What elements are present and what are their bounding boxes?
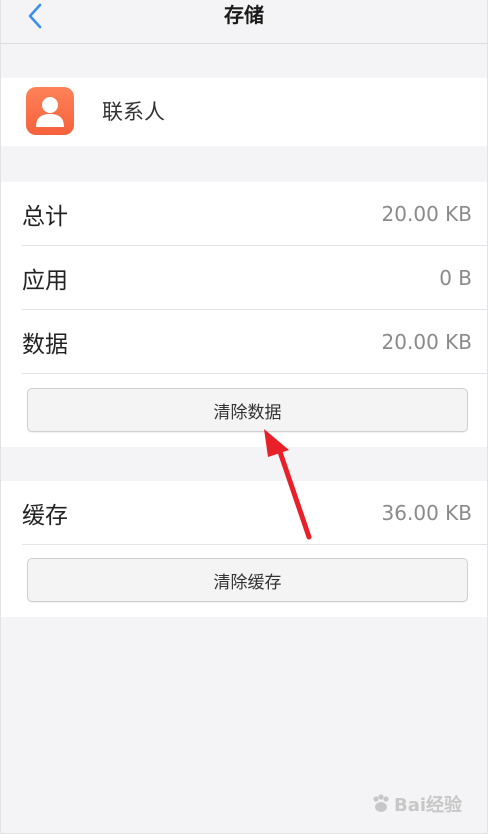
- data-size-row: 数据 20.00 KB: [22, 310, 488, 374]
- navigation-bar: 存储: [0, 0, 488, 44]
- app-size-row: 应用 0 B: [22, 246, 488, 310]
- total-row: 总计 20.00 KB: [22, 182, 488, 246]
- app-size-value: 0 B: [439, 266, 472, 290]
- baidu-paw-icon: [373, 794, 389, 812]
- data-size-label: 数据: [22, 332, 68, 358]
- storage-card: 总计 20.00 KB 应用 0 B 数据 20.00 KB 清除数据: [0, 182, 488, 447]
- data-size-value: 20.00 KB: [381, 330, 472, 354]
- baidu-watermark: Bai经验: [370, 784, 480, 824]
- contacts-person-icon: [26, 87, 74, 135]
- cache-label: 缓存: [22, 503, 68, 529]
- clear-cache-button[interactable]: 清除缓存: [27, 558, 468, 602]
- watermark-text: Bai经验: [394, 795, 463, 816]
- total-label: 总计: [22, 204, 68, 230]
- app-info-card: 联系人: [0, 78, 488, 146]
- cache-value: 36.00 KB: [381, 501, 472, 525]
- total-value: 20.00 KB: [381, 202, 472, 226]
- page-title: 存储: [224, 3, 264, 27]
- app-name: 联系人: [102, 100, 165, 124]
- cache-card: 缓存 36.00 KB 清除缓存: [0, 481, 488, 617]
- clear-data-button[interactable]: 清除数据: [27, 388, 468, 432]
- app-size-label: 应用: [22, 268, 68, 294]
- cache-row: 缓存 36.00 KB: [22, 481, 488, 545]
